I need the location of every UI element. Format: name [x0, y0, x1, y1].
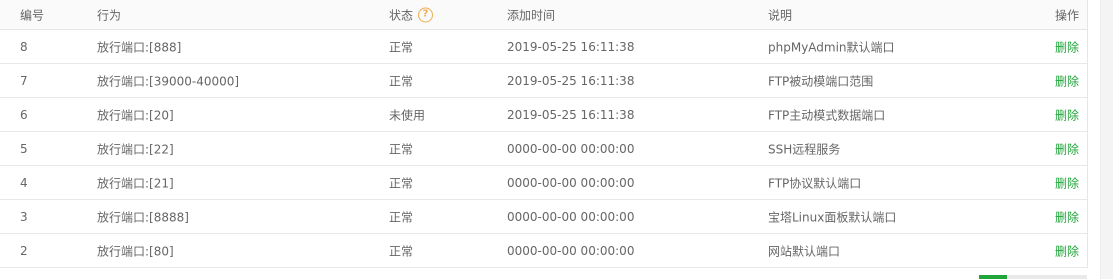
delete-link[interactable]: 删除 — [1055, 106, 1079, 123]
row-id: 4 — [20, 175, 28, 190]
table-header: 编号 行为 状态 ? 添加时间 说明 操作 — [0, 0, 1087, 30]
row-desc: FTP主动模式数据端口 — [768, 108, 886, 122]
table-row: 5 放行端口:[22] 正常 0000-00-00 00:00:00 SSH远程… — [0, 132, 1087, 166]
pagination-current-page[interactable] — [979, 275, 1007, 279]
table-row: 7 放行端口:[39000-40000] 正常 2019-05-25 16:11… — [0, 64, 1087, 98]
row-id: 3 — [20, 209, 28, 224]
firewall-rules-table: 编号 行为 状态 ? 添加时间 说明 操作 8 放行端口:[888] 正常 20… — [0, 0, 1088, 268]
row-desc: 宝塔Linux面板默认端口 — [768, 210, 897, 224]
pagination-bar — [1007, 275, 1087, 279]
header-op: 操作 — [1055, 8, 1080, 22]
row-action: 放行端口:[22] — [97, 142, 174, 156]
row-id: 2 — [20, 243, 28, 258]
row-status: 正常 — [389, 40, 414, 54]
header-id: 编号 — [20, 8, 45, 22]
firewall-rules-panel: 编号 行为 状态 ? 添加时间 说明 操作 8 放行端口:[888] 正常 20… — [0, 0, 1113, 279]
row-time: 0000-00-00 00:00:00 — [507, 209, 635, 224]
row-action: 放行端口:[21] — [97, 176, 174, 190]
row-desc: phpMyAdmin默认端口 — [768, 40, 895, 54]
header-status-label: 状态 — [389, 8, 414, 22]
delete-link[interactable]: 删除 — [1055, 72, 1079, 89]
row-time: 0000-00-00 00:00:00 — [507, 243, 635, 258]
row-desc: FTP被动模端口范围 — [768, 74, 874, 88]
row-status: 正常 — [389, 142, 414, 156]
delete-link[interactable]: 删除 — [1055, 38, 1079, 55]
row-desc: SSH远程服务 — [768, 142, 841, 156]
row-status: 正常 — [389, 74, 414, 88]
row-status: 正常 — [389, 176, 414, 190]
row-desc: FTP协议默认端口 — [768, 176, 862, 190]
row-time: 0000-00-00 00:00:00 — [507, 175, 635, 190]
vertical-scrollbar[interactable] — [1100, 0, 1113, 279]
table-row: 6 放行端口:[20] 未使用 2019-05-25 16:11:38 FTP主… — [0, 98, 1087, 132]
table-row: 2 放行端口:[80] 正常 0000-00-00 00:00:00 网站默认端… — [0, 234, 1087, 268]
row-status: 未使用 — [389, 108, 426, 122]
row-action: 放行端口:[80] — [97, 244, 174, 258]
row-id: 7 — [20, 73, 28, 88]
table-row: 8 放行端口:[888] 正常 2019-05-25 16:11:38 phpM… — [0, 30, 1087, 64]
row-time: 2019-05-25 16:11:38 — [507, 107, 635, 122]
row-id: 5 — [20, 141, 28, 156]
row-status: 正常 — [389, 210, 414, 224]
row-action: 放行端口:[8888] — [97, 210, 189, 224]
help-icon[interactable]: ? — [418, 7, 434, 22]
row-action: 放行端口:[888] — [97, 40, 182, 54]
table-row: 3 放行端口:[8888] 正常 0000-00-00 00:00:00 宝塔L… — [0, 200, 1087, 234]
row-action: 放行端口:[20] — [97, 108, 174, 122]
header-action: 行为 — [97, 8, 122, 22]
delete-link[interactable]: 删除 — [1055, 208, 1079, 225]
row-id: 8 — [20, 39, 28, 54]
delete-link[interactable]: 删除 — [1055, 242, 1079, 259]
header-status: 状态 ? — [389, 6, 434, 23]
table-row: 4 放行端口:[21] 正常 0000-00-00 00:00:00 FTP协议… — [0, 166, 1087, 200]
row-desc: 网站默认端口 — [768, 244, 841, 258]
header-desc: 说明 — [768, 8, 793, 22]
header-time: 添加时间 — [507, 8, 556, 22]
row-time: 0000-00-00 00:00:00 — [507, 141, 635, 156]
row-status: 正常 — [389, 244, 414, 258]
row-id: 6 — [20, 107, 28, 122]
delete-link[interactable]: 删除 — [1055, 174, 1079, 191]
delete-link[interactable]: 删除 — [1055, 140, 1079, 157]
row-action: 放行端口:[39000-40000] — [97, 74, 240, 88]
row-time: 2019-05-25 16:11:38 — [507, 73, 635, 88]
row-time: 2019-05-25 16:11:38 — [507, 39, 635, 54]
